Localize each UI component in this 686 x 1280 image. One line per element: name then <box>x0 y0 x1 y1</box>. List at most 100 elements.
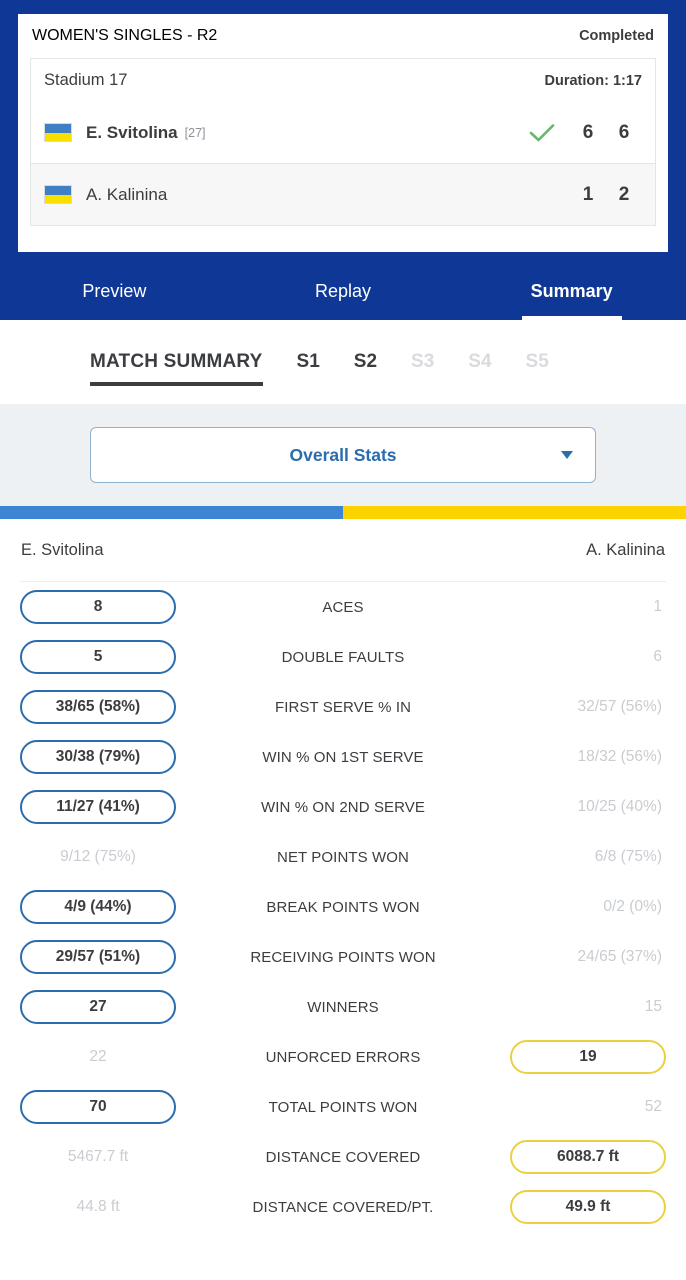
table-row: 22 UNFORCED ERRORS 19 <box>20 1032 666 1082</box>
stat-value-right-wrap: 52 <box>474 1098 666 1116</box>
check-icon <box>514 123 570 143</box>
tab-replay[interactable]: Replay <box>229 262 458 320</box>
stat-label: ACES <box>322 598 364 616</box>
set-tab-label: S4 <box>468 351 492 372</box>
table-row: 29/57 (51%) RECEIVING POINTS WON 24/65 (… <box>20 932 666 982</box>
tab-label: Summary <box>530 280 613 301</box>
stat-label: UNFORCED ERRORS <box>265 1048 421 1066</box>
set-tab-label: S2 <box>353 351 378 372</box>
tab-set-5: S5 <box>526 320 549 404</box>
stat-label: TOTAL POINTS WON <box>268 1098 418 1116</box>
set-score: 6 <box>618 121 630 143</box>
stat-label: DISTANCE COVERED <box>265 1148 421 1166</box>
stat-value-left: 22 <box>89 1048 107 1065</box>
stat-value-left-wrap: 4/9 (44%) <box>20 890 212 924</box>
stat-value-left: 44.8 ft <box>76 1198 120 1215</box>
tab-label: Preview <box>82 280 147 301</box>
stats-table: E. Svitolina A. Kalinina 8 ACES 1 5 DOUB… <box>0 519 686 1232</box>
stats-filter-strip: Overall Stats <box>0 404 686 506</box>
table-row: 38/65 (58%) FIRST SERVE % IN 32/57 (56%) <box>20 682 666 732</box>
stat-value-left: 30/38 (79%) <box>20 740 176 774</box>
stat-value-left-wrap: 70 <box>20 1090 212 1124</box>
stat-value-left: 4/9 (44%) <box>20 890 176 924</box>
stat-value-left: 8 <box>20 590 176 624</box>
stat-value-right-wrap: 32/57 (56%) <box>474 698 666 716</box>
stat-value-right: 18/32 (56%) <box>577 748 662 765</box>
stat-value-left: 9/12 (75%) <box>60 848 136 865</box>
stat-label: WIN % ON 1ST SERVE <box>262 748 424 766</box>
stat-label: DISTANCE COVERED/PT. <box>252 1198 434 1216</box>
stat-value-left: 5467.7 ft <box>67 1148 129 1165</box>
stat-label: RECEIVING POINTS WON <box>250 948 436 966</box>
stat-value-left-wrap: 22 <box>20 1048 212 1066</box>
overall-stats-dropdown[interactable]: Overall Stats <box>90 427 596 483</box>
player-color-bar <box>0 506 686 519</box>
table-row: 4/9 (44%) BREAK POINTS WON 0/2 (0%) <box>20 882 666 932</box>
stat-value-left-wrap: 8 <box>20 590 212 624</box>
stat-value-left: 38/65 (58%) <box>20 690 176 724</box>
player-name: E. Svitolina <box>86 122 178 142</box>
stat-value-right-wrap: 6088.7 ft <box>474 1140 666 1174</box>
player-row[interactable]: E. Svitolina [27] 6 6 <box>30 102 656 164</box>
stat-value-left-wrap: 9/12 (75%) <box>20 848 212 866</box>
player-row[interactable]: A. Kalinina 1 2 <box>30 164 656 226</box>
primary-tab-bar: Preview Replay Summary <box>0 262 686 320</box>
stat-value-right-wrap: 24/65 (37%) <box>474 948 666 966</box>
stat-label: WIN % ON 2ND SERVE <box>260 798 426 816</box>
stat-label: BREAK POINTS WON <box>266 898 420 916</box>
stat-value-right-wrap: 18/32 (56%) <box>474 748 666 766</box>
set-tab-label: S3 <box>411 351 435 372</box>
chevron-down-icon <box>561 451 573 459</box>
stat-value-left-wrap: 5 <box>20 640 212 674</box>
stat-value-right-wrap: 6 <box>474 648 666 666</box>
stat-value-right: 32/57 (56%) <box>577 698 662 715</box>
stat-value-right: 19 <box>510 1040 666 1074</box>
tab-preview[interactable]: Preview <box>0 262 229 320</box>
tab-set-2[interactable]: S2 <box>354 320 377 404</box>
venue-name: Stadium 17 <box>44 71 128 89</box>
stat-value-right: 15 <box>644 998 662 1015</box>
match-duration: Duration: 1:17 <box>544 72 643 89</box>
table-row: 5467.7 ft DISTANCE COVERED 6088.7 ft <box>20 1132 666 1182</box>
stat-value-right-wrap: 49.9 ft <box>474 1190 666 1224</box>
stat-value-left-wrap: 29/57 (51%) <box>20 940 212 974</box>
stat-label: FIRST SERVE % IN <box>274 698 412 716</box>
stat-value-right: 0/2 (0%) <box>603 898 662 915</box>
stat-value-right: 24/65 (37%) <box>577 948 662 965</box>
stat-value-right: 6 <box>653 648 662 665</box>
stat-value-left-wrap: 11/27 (41%) <box>20 790 212 824</box>
set-tab-label: S1 <box>296 351 320 372</box>
stats-player-left: E. Svitolina <box>21 540 104 559</box>
table-row: 70 TOTAL POINTS WON 52 <box>20 1082 666 1132</box>
stat-label: NET POINTS WON <box>277 848 409 866</box>
tab-match-summary[interactable]: MATCH SUMMARY <box>90 320 263 404</box>
table-row: 27 WINNERS 15 <box>20 982 666 1032</box>
tab-set-1[interactable]: S1 <box>297 320 320 404</box>
player-name: A. Kalinina <box>86 184 168 204</box>
stat-value-right-wrap: 0/2 (0%) <box>474 898 666 916</box>
set-score: 2 <box>618 183 630 205</box>
player-seed: [27] <box>184 125 206 140</box>
stat-value-left: 11/27 (41%) <box>20 790 176 824</box>
stat-value-right-wrap: 19 <box>474 1040 666 1074</box>
stat-value-right: 49.9 ft <box>510 1190 666 1224</box>
stat-value-left-wrap: 30/38 (79%) <box>20 740 212 774</box>
set-tab-label: S5 <box>525 351 549 372</box>
stat-value-right: 6/8 (75%) <box>594 848 662 865</box>
stat-value-right-wrap: 1 <box>474 598 666 616</box>
stat-value-right: 1 <box>653 598 662 615</box>
stat-value-left-wrap: 27 <box>20 990 212 1024</box>
stat-value-right-wrap: 10/25 (40%) <box>474 798 666 816</box>
match-scorecard: WOMEN'S SINGLES - R2 Completed Stadium 1… <box>18 14 668 252</box>
scoreboard-panel: WOMEN'S SINGLES - R2 Completed Stadium 1… <box>0 0 686 262</box>
dropdown-label: Overall Stats <box>289 444 397 465</box>
stat-value-right: 10/25 (40%) <box>577 798 662 815</box>
stat-value-left-wrap: 44.8 ft <box>20 1198 212 1216</box>
tab-summary[interactable]: Summary <box>457 262 686 320</box>
event-title: WOMEN'S SINGLES - R2 <box>32 27 218 44</box>
stats-player-right: A. Kalinina <box>586 540 665 559</box>
status-badge: Completed <box>579 28 654 44</box>
table-row: 8 ACES 1 <box>20 582 666 632</box>
stats-header-row: E. Svitolina A. Kalinina <box>20 519 666 582</box>
set-score: 6 <box>582 121 594 143</box>
